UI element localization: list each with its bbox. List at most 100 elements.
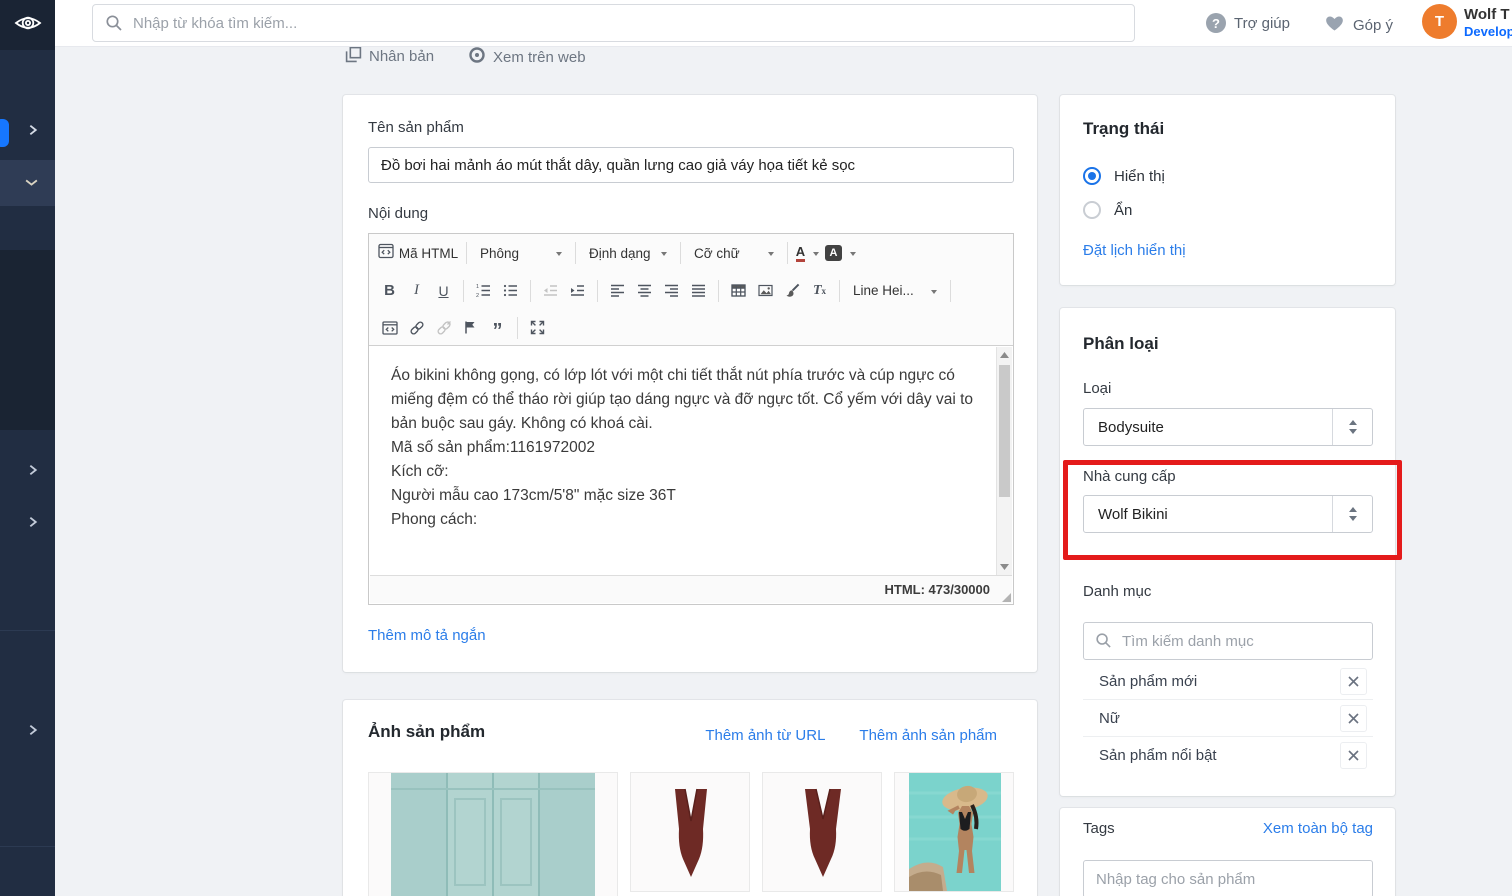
text-color-button[interactable]: A	[794, 240, 821, 266]
align-center-icon	[638, 284, 651, 297]
teal-door-photo	[391, 773, 595, 896]
sidebar-divider	[0, 630, 55, 631]
stepper-icon[interactable]	[1332, 409, 1372, 445]
sidebar-item-expand-icon[interactable]	[26, 723, 39, 742]
chevron-down-icon	[813, 252, 820, 256]
status-title: Trạng thái	[1083, 119, 1165, 138]
radio-visible[interactable]: Hiển thị	[1083, 167, 1165, 185]
product-image-4[interactable]	[894, 772, 1014, 892]
close-icon	[1348, 750, 1359, 761]
tags-input[interactable]	[1083, 860, 1373, 896]
images-title: Ảnh sản phẩm	[368, 722, 486, 741]
editor-status-bar: HTML: 473/30000	[370, 575, 1012, 603]
radio-unselected-icon	[1083, 201, 1101, 219]
vendor-select[interactable]: Wolf Bikini	[1083, 495, 1373, 533]
product-image-3[interactable]	[762, 772, 882, 892]
unlink-button[interactable]	[430, 315, 457, 341]
source-code-button[interactable]	[376, 315, 403, 341]
underline-button[interactable]: U	[430, 278, 457, 304]
category-item-label: Sản phẩm nổi bật	[1099, 747, 1217, 764]
resize-handle-icon[interactable]	[1002, 593, 1011, 602]
app-logo[interactable]	[0, 0, 55, 50]
category-remove-button[interactable]	[1340, 742, 1367, 769]
stepper-icon[interactable]	[1332, 496, 1372, 532]
search-input[interactable]	[92, 4, 1135, 42]
product-image-2[interactable]	[630, 772, 750, 892]
sidebar-item-expand-icon[interactable]	[26, 515, 39, 534]
scroll-thumb[interactable]	[999, 365, 1010, 497]
font-size-dropdown[interactable]: Cỡ chữ	[687, 240, 781, 266]
unordered-list-button[interactable]	[497, 278, 524, 304]
fullscreen-button[interactable]	[524, 315, 551, 341]
outdent-button[interactable]	[537, 278, 564, 304]
sidebar-item-active[interactable]	[0, 160, 55, 206]
sidebar-divider	[0, 846, 55, 847]
justify-button[interactable]	[685, 278, 712, 304]
chevron-down-icon	[661, 252, 667, 256]
chevron-down-icon	[24, 176, 39, 194]
indent-button[interactable]	[564, 278, 591, 304]
align-right-button[interactable]	[658, 278, 685, 304]
scroll-down-button[interactable]	[997, 559, 1012, 575]
remove-format-button[interactable]: Tx	[806, 278, 833, 304]
format-dropdown[interactable]: Định dạng	[582, 240, 674, 266]
editor-content[interactable]: Áo bikini không gọng, có lớp lót với một…	[370, 347, 996, 575]
view-on-web-button[interactable]: Xem trên web	[468, 46, 586, 68]
indent-icon	[571, 285, 584, 296]
category-label: Danh mục	[1083, 583, 1152, 600]
table-button[interactable]	[725, 278, 752, 304]
chevron-down-icon	[556, 252, 562, 256]
radio-hidden-label: Ẩn	[1114, 201, 1133, 219]
text-color-icon: A	[795, 244, 806, 262]
sidebar-item-expand-icon[interactable]	[26, 463, 39, 482]
type-label: Loại	[1083, 380, 1112, 397]
user-role: Develop	[1464, 24, 1512, 39]
table-icon	[731, 284, 746, 297]
user-name[interactable]: Wolf T	[1464, 6, 1512, 23]
size-heading: Kích cỡ:	[391, 463, 449, 480]
schedule-visibility-link[interactable]: Đặt lịch hiển thị	[1083, 242, 1186, 259]
category-item-label: Nữ	[1099, 709, 1120, 727]
help-button[interactable]: ? Trợ giúp	[1206, 13, 1290, 33]
feedback-button[interactable]: Góp ý	[1324, 13, 1393, 37]
product-image-1[interactable]	[368, 772, 618, 896]
editor-scrollbar[interactable]	[996, 347, 1012, 575]
sidebar-submenu-block	[0, 250, 55, 430]
format-painter-button[interactable]	[779, 278, 806, 304]
svg-text:1: 1	[476, 284, 479, 290]
category-item-label: Sản phẩm mới	[1099, 672, 1198, 690]
view-all-tags-link[interactable]: Xem toàn bộ tag	[1263, 820, 1373, 837]
blockquote-button[interactable]: ”	[484, 318, 511, 344]
maroon-swimsuit-photo	[675, 788, 707, 877]
avatar[interactable]: T	[1422, 4, 1457, 39]
link-button[interactable]	[403, 315, 430, 341]
radio-hidden[interactable]: Ẩn	[1083, 201, 1132, 219]
sidebar-item-expand-icon[interactable]	[26, 123, 39, 142]
italic-button[interactable]: I	[403, 278, 430, 304]
ordered-list-button[interactable]: 1 2	[470, 278, 497, 304]
eye-logo-icon	[13, 8, 43, 43]
line-height-dropdown[interactable]: Line Hei...	[846, 278, 944, 304]
bold-button[interactable]: B	[376, 278, 403, 304]
align-left-button[interactable]	[604, 278, 631, 304]
type-select[interactable]: Bodysuite	[1083, 408, 1373, 446]
anchor-flag-button[interactable]	[457, 315, 484, 341]
add-image-link[interactable]: Thêm ảnh sản phẩm	[859, 727, 997, 744]
image-button[interactable]	[752, 278, 779, 304]
eye-icon	[468, 46, 486, 68]
category-search-input[interactable]	[1083, 622, 1373, 660]
category-remove-button[interactable]	[1340, 667, 1367, 695]
scroll-up-button[interactable]	[997, 347, 1012, 363]
category-remove-button[interactable]	[1340, 704, 1367, 732]
product-card: Tên sản phẩm Nội dung Mã HTML	[343, 95, 1037, 672]
add-from-url-link[interactable]: Thêm ảnh từ URL	[705, 727, 825, 744]
short-description-link[interactable]: Thêm mô tả ngắn	[368, 627, 486, 644]
font-dropdown[interactable]: Phông	[473, 240, 569, 266]
html-source-button[interactable]: Mã HTML	[376, 240, 460, 266]
duplicate-button[interactable]: Nhân bản	[345, 46, 434, 67]
align-center-button[interactable]	[631, 278, 658, 304]
bg-color-button[interactable]: A	[825, 240, 856, 266]
product-name-input[interactable]	[368, 147, 1014, 183]
classification-card: Phân loại Loại Bodysuite Nhà cung cấp Wo…	[1060, 308, 1395, 796]
rich-text-editor: Mã HTML Phông Định dạng Cỡ chữ A A B I U…	[368, 233, 1014, 605]
